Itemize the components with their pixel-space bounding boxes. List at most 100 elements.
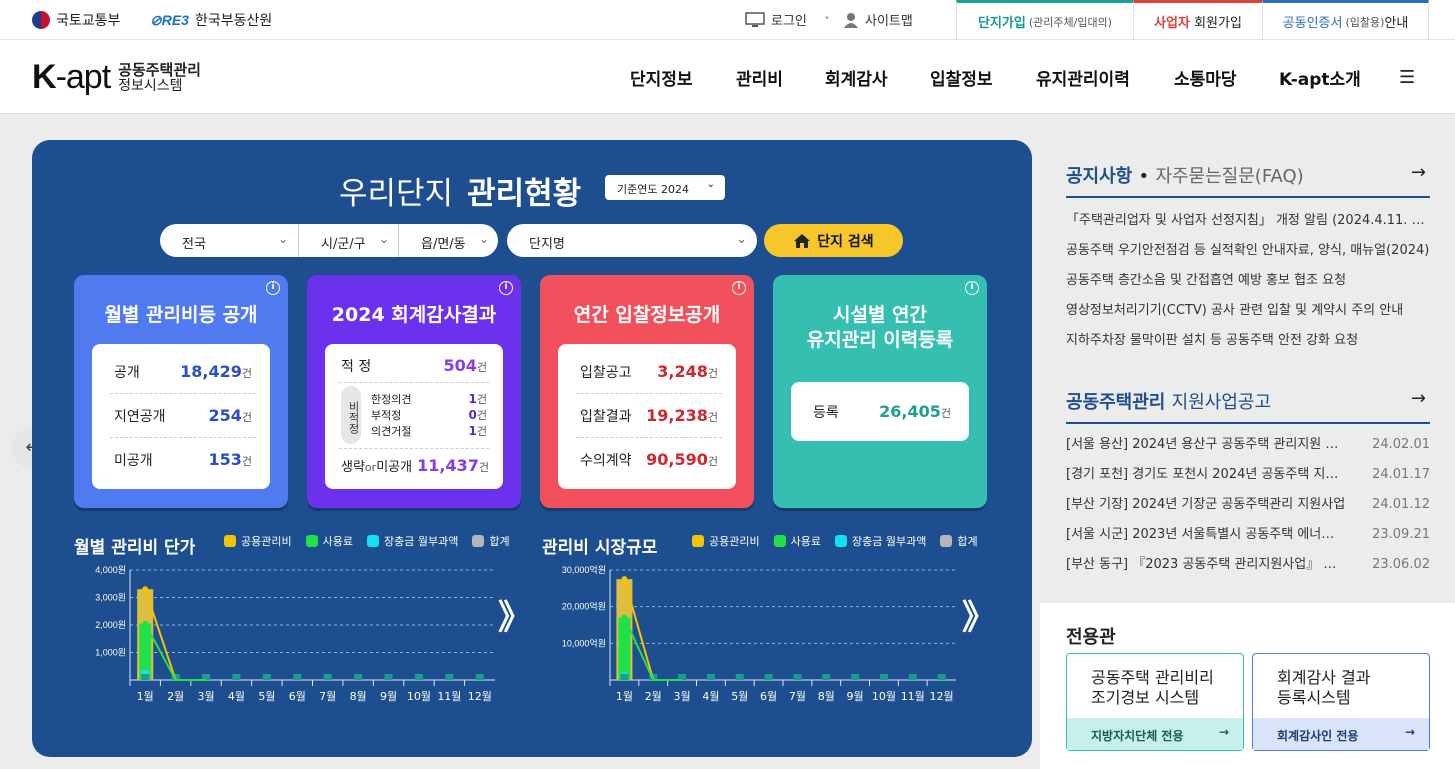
x-tick-label: 3월 [197, 690, 214, 703]
x-tick-label: 10월 [872, 690, 896, 703]
info-icon[interactable]: i [499, 281, 513, 295]
x-tick-label: 10월 [407, 690, 431, 703]
zero-marker [908, 674, 917, 680]
legend-item: 장충금 월부과액 [366, 533, 458, 549]
sitemap-link[interactable]: 사이트맵 [843, 10, 913, 29]
card-bid-info[interactable]: i 연간 입찰정보공개 입찰공고 3,248건 입찰결과 19,238건 수의계약 9… [540, 275, 754, 508]
danji-join-sub: (관리주체/입대의) [1028, 15, 1112, 29]
reb-logo-link[interactable]: ⊘RE3 한국부동산원 [150, 10, 272, 30]
card-title: 시설별 연간 [832, 304, 927, 326]
nav-about[interactable]: K-apt소개 [1279, 65, 1361, 90]
biz-join-button[interactable]: 사업자 회원가입 [1133, 0, 1262, 40]
danji-name-select[interactable]: 단지명 ⌄ [507, 224, 757, 257]
eupmyeon-select[interactable]: 읍/면/동 ⌄ [398, 224, 498, 257]
audit-registration-card[interactable]: 회계감사 결과 등록시스템 회계감사인 전용 → [1252, 653, 1430, 751]
legend-item: 공용관리비 [692, 533, 760, 549]
x-tick-label: 6월 [289, 690, 306, 703]
year-select[interactable]: 기준연도 2024 ⌄ [605, 175, 725, 200]
cert-guide-button[interactable]: 공동인증서 (입찰용) 안내 [1262, 0, 1429, 40]
cert-sub: (입찰용) [1345, 15, 1385, 29]
kapt-logo[interactable]: K-apt 공동주택관리 정보시스템 [32, 58, 201, 97]
notice-item[interactable]: 지하주차장 물막이판 설치 등 공동주택 안전 강화 요청 [1066, 326, 1430, 356]
danji-search-button[interactable]: 단지 검색 [764, 224, 903, 257]
zero-marker [414, 674, 423, 680]
project-item[interactable]: [부산 기장] 2024년 기장군 공동주택관리 지원사업 24.01.12 [1066, 490, 1430, 520]
x-tick-label: 8월 [818, 690, 835, 703]
info-icon[interactable]: i [266, 281, 280, 295]
biz-join-rest: 회원가입 [1194, 16, 1242, 31]
dashboard-panel: 우리단지 관리현황 기준연도 2024 ⌄ 전국 ⌄ 시/군/구 ⌄ 읍/면/동 ⌄ 단지… [32, 140, 1032, 757]
card-audit-results[interactable]: i 2024 회계감사결과 적 정 504건 비적정 한정의견 1건 부적정 0건 의… [307, 275, 521, 508]
zero-marker [323, 674, 332, 680]
arrow-right-icon[interactable]: → [1411, 162, 1426, 183]
x-tick-label: 2월 [645, 690, 662, 703]
info-icon[interactable]: i [732, 281, 746, 295]
danji-placeholder: 단지명 [529, 237, 565, 252]
zero-marker [384, 674, 393, 680]
nav-mgmt-fee[interactable]: 관리비 [736, 65, 783, 90]
x-tick-label: 1월 [137, 690, 154, 703]
project-item[interactable]: [서울 용산] 2024년 용산구 공동주택 관리지원 사업 24.02.01 [1066, 430, 1430, 460]
info-icon[interactable]: i [965, 281, 979, 295]
x-tick-label: 9월 [847, 690, 864, 703]
zero-marker [445, 674, 454, 680]
project-item[interactable]: [경기 포천] 경기도 포천시 2024년 공동주택 지원사업 24.01.17 [1066, 460, 1430, 490]
chart2-title: 관리비 시장규모 [542, 538, 658, 558]
y-tick-label: 2,000원 [95, 620, 126, 630]
sitemap-label: 사이트맵 [865, 14, 913, 29]
danji-search-label: 단지 검색 [817, 233, 874, 250]
arrow-right-icon[interactable]: → [1411, 388, 1426, 409]
tab-faq[interactable]: 자주묻는질문(FAQ) [1155, 166, 1303, 187]
zero-marker [706, 674, 715, 680]
nav-community[interactable]: 소통마당 [1174, 65, 1237, 90]
zero-marker [764, 674, 773, 680]
data-point [621, 614, 628, 621]
x-tick-label: 2월 [167, 690, 184, 703]
project-item[interactable]: [부산 동구] 『2023 공동주택 관리지원사업』 공고 23.06.02 [1066, 550, 1430, 580]
notice-item[interactable]: 영상정보처리기기(CCTV) 공사 관련 입찰 및 계약시 주의 안내 [1066, 296, 1430, 326]
region-search-bar: 전국 ⌄ 시/군/구 ⌄ 읍/면/동 ⌄ [160, 224, 498, 257]
zero-marker [354, 674, 363, 680]
card-monthly-fee-disclosure[interactable]: i 월별 관리비등 공개 공개 18,429건 지연공개 254건 미공개 153건 [74, 275, 288, 508]
y-tick-label: 4,000원 [95, 565, 126, 575]
tab-notice[interactable]: 공지사항 [1066, 166, 1132, 187]
x-tick-label: 12월 [468, 690, 492, 703]
nav-audit[interactable]: 회계감사 [825, 65, 888, 90]
zero-marker [822, 674, 831, 680]
zero-marker [475, 674, 484, 680]
notice-item[interactable]: 공동주택 우기안전점검 등 실적확인 안내자료, 양식, 매뉴얼(2024) [1066, 236, 1430, 266]
sido-select[interactable]: 전국 ⌄ [160, 224, 298, 257]
molit-logo-link[interactable]: 국토교통부 [32, 10, 120, 30]
year-select-value: 기준연도 2024 [617, 183, 689, 196]
login-link[interactable]: 로그인 [745, 10, 807, 29]
nav-bid-info[interactable]: 입찰정보 [930, 65, 993, 90]
sigungu-select[interactable]: 시/군/구 ⌄ [298, 224, 398, 257]
zero-marker [620, 674, 629, 680]
early-warning-system-card[interactable]: 공동주택 관리비리 조기경보 시스템 지방자치단체 전용 → [1066, 653, 1244, 751]
zero-marker [293, 674, 302, 680]
zero-marker [851, 674, 860, 680]
y-tick-label: 10,000억원 [562, 637, 606, 648]
nav-danji-info[interactable]: 단지정보 [630, 65, 693, 90]
nav-maintenance[interactable]: 유지관리이력 [1036, 65, 1130, 90]
chart1-next-button[interactable]: 》 [498, 590, 532, 639]
x-tick-label: 8월 [350, 690, 367, 703]
project-item[interactable]: [서울 시군] 2023년 서울특별시 공동주택 에너지 절약 23.09.21 [1066, 520, 1430, 550]
notice-section: 공지사항 • 자주묻는질문(FAQ) → 「주택관리업자 및 사업자 선정지침」 … [1066, 162, 1430, 356]
monitor-icon [745, 11, 765, 27]
stat-row: 공개 18,429건 [114, 362, 252, 381]
hamburger-icon[interactable]: ☰ [1399, 67, 1415, 88]
chart1-title: 월별 관리비 단가 [74, 538, 196, 558]
x-tick-label: 4월 [228, 690, 245, 703]
data-point [142, 620, 149, 627]
series-line [144, 623, 207, 681]
chart2-next-button[interactable]: 》 [962, 590, 996, 639]
card-title-2: 유지관리 이력등록 [806, 329, 954, 351]
card-maintenance-history[interactable]: i 시설별 연간 유지관리 이력등록 등록 26,405건 [773, 275, 987, 508]
top-utility-bar: 국토교통부 ⊘RE3 한국부동산원 로그인 • 사이트맵 단지가입 (관리주체/입… [0, 0, 1455, 40]
series-line [144, 588, 207, 681]
danji-join-button[interactable]: 단지가입 (관리주체/입대의) [956, 0, 1133, 40]
notice-item[interactable]: 「주택관리업자 및 사업자 선정지침」 개정 알림 (2024.4.11. 시행… [1066, 206, 1430, 236]
notice-item[interactable]: 공동주택 층간소음 및 간접흡연 예방 홍보 협조 요청 [1066, 266, 1430, 296]
card-title: 월별 관리비등 공개 [104, 304, 258, 326]
